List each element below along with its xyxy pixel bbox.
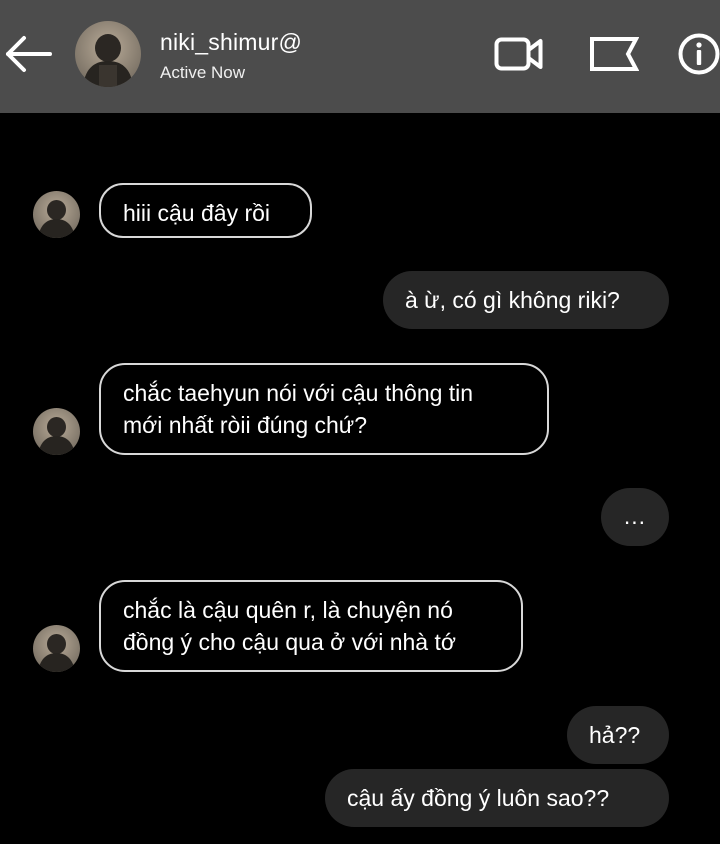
incoming-message[interactable]: chắc là cậu quên r, là chuyện nó đồng ý … [99, 580, 523, 672]
message-text: hiii cậu đây rồi [123, 200, 271, 226]
chat-header: niki_shimur@ Active Now [0, 0, 720, 113]
sender-avatar[interactable] [33, 191, 80, 238]
flag-button[interactable] [589, 36, 640, 72]
message-line: mới nhất ròii đúng chứ? [123, 412, 367, 438]
video-camera-icon [494, 37, 543, 71]
video-call-button[interactable] [494, 36, 544, 72]
info-button[interactable] [678, 33, 720, 75]
message-line: chắc là cậu quên r, là chuyện nó [123, 597, 453, 623]
message-line: đồng ý cho cậu qua ở với nhà tớ [123, 629, 456, 655]
info-icon [678, 33, 720, 75]
outgoing-message[interactable]: ... [601, 488, 669, 546]
message-text: ... [623, 503, 647, 529]
outgoing-message[interactable]: cậu ấy đồng ý luôn sao?? [325, 769, 669, 827]
back-button[interactable] [4, 32, 54, 76]
sender-avatar[interactable] [33, 625, 80, 672]
incoming-message[interactable]: hiii cậu đây rồi [99, 183, 312, 238]
profile-avatar[interactable] [75, 21, 141, 87]
message-text: cậu ấy đồng ý luôn sao?? [347, 785, 610, 811]
message-text: à ừ, có gì không riki? [405, 287, 620, 313]
message-text: hả?? [589, 722, 641, 748]
username: niki_shimur@ [160, 29, 303, 55]
flag-icon [590, 37, 640, 71]
message-line: chắc taehyun nói với cậu thông tin [123, 380, 474, 406]
incoming-message[interactable]: chắc taehyun nói với cậu thông tin mới n… [99, 363, 549, 455]
active-status: Active Now [160, 63, 246, 82]
arrow-left-icon [6, 36, 52, 72]
outgoing-message[interactable]: hả?? [567, 706, 669, 764]
outgoing-message[interactable]: à ừ, có gì không riki? [383, 271, 669, 329]
sender-avatar[interactable] [33, 408, 80, 455]
